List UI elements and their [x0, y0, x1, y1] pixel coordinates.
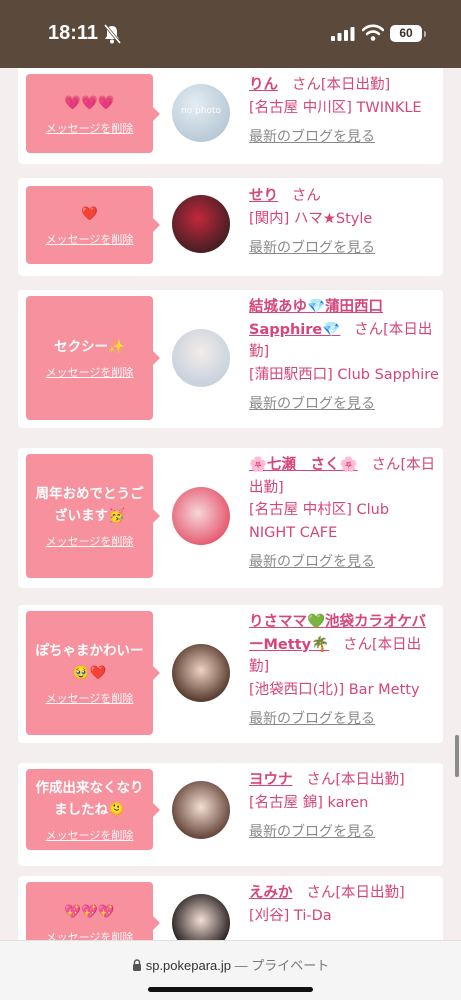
message-bubble: セクシー✨ メッセージを削除 — [26, 296, 160, 420]
bell-muted-icon — [103, 24, 121, 44]
message-text: ❤️ — [81, 206, 98, 222]
honorific: さん — [291, 77, 321, 93]
message-text: セクシー✨ — [54, 339, 125, 355]
avatar[interactable] — [172, 487, 230, 545]
scrollbar-thumb[interactable] — [455, 735, 459, 777]
cast-name-link[interactable]: えみか — [249, 885, 293, 901]
url-separator: — — [234, 958, 248, 973]
honorific: さん — [291, 188, 321, 204]
signal-icon — [331, 27, 355, 41]
latest-blog-link[interactable]: 最新のブログを見る — [249, 396, 375, 412]
cast-info: 🌸七瀬 さく🌸 さん[本日出勤] [名古屋 中村区] Club NIGHT CA… — [249, 454, 439, 574]
shop-info: [名古屋 中村区] Club NIGHT CAFE — [249, 502, 390, 541]
delete-message-link[interactable]: メッセージを削除 — [46, 533, 134, 549]
battery-indicator: 60 — [390, 25, 422, 42]
message-bubble: ぽちゃまかわいー🥹❤️ メッセージを削除 — [26, 611, 160, 735]
delete-message-link[interactable]: メッセージを削除 — [46, 120, 134, 136]
delete-message-link[interactable]: メッセージを削除 — [46, 690, 134, 706]
cast-info: りん さん[本日出勤] [名古屋 中川区] TWINKLE 最新のブログを見る — [249, 74, 439, 149]
shop-info: [名古屋 中川区] TWINKLE — [249, 99, 422, 116]
shop-info: [池袋西口(北)] Bar Metty — [249, 681, 420, 698]
latest-blog-link[interactable]: 最新のブログを見る — [249, 554, 375, 570]
cast-name-link[interactable]: りん — [249, 77, 278, 93]
latest-blog-link[interactable]: 最新のブログを見る — [249, 129, 375, 145]
cast-info: せり さん [関内] ハマ★Style 最新のブログを見る — [249, 185, 439, 260]
url-display[interactable]: sp.pokepara.jp — プライベート — [0, 955, 461, 974]
shop-info: [刈谷] Ti-Da — [249, 907, 332, 924]
cast-info: えみか さん[本日出勤] [刈谷] Ti-Da — [249, 882, 439, 927]
message-bubble: 作成出来なくなりましたね🫠 メッセージを削除 — [26, 769, 160, 850]
delete-message-link[interactable]: メッセージを削除 — [46, 364, 134, 380]
message-bubble: ❤️ メッセージを削除 — [26, 186, 160, 264]
message-text: 周年おめでとうございます🥳 — [35, 486, 144, 524]
message-list[interactable]: 💗💗💗 メッセージを削除 no photo りん さん[本日出勤] [名古屋 中… — [0, 68, 461, 1000]
cast-name-link[interactable]: 🌸七瀬 さく🌸 — [249, 457, 358, 473]
cast-name-link[interactable]: ヨウナ — [249, 772, 293, 788]
message-card: 作成出来なくなりましたね🫠 メッセージを削除 ヨウナ さん[本日出勤] [名古屋… — [18, 763, 443, 866]
browser-url-bar[interactable]: sp.pokepara.jp — プライベート — [0, 940, 461, 1000]
shop-info: [名古屋 錦] karen — [249, 794, 369, 811]
delete-message-link[interactable]: メッセージを削除 — [46, 827, 134, 843]
message-bubble: 💗💗💗 メッセージを削除 — [26, 74, 160, 153]
latest-blog-link[interactable]: 最新のブログを見る — [249, 711, 375, 727]
message-card: 💗💗💗 メッセージを削除 no photo りん さん[本日出勤] [名古屋 中… — [18, 68, 443, 164]
shop-info: [蒲田駅西口] Club Sapphire — [249, 366, 439, 383]
message-text: 💗💗💗 — [64, 94, 115, 111]
url-domain: sp.pokepara.jp — [145, 958, 231, 973]
battery-cap — [424, 31, 426, 37]
latest-blog-link[interactable]: 最新のブログを見る — [249, 824, 375, 840]
attendance-status: [本日出勤] — [335, 885, 405, 901]
delete-message-link[interactable]: メッセージを削除 — [46, 231, 134, 247]
avatar[interactable] — [172, 781, 230, 839]
cast-info: 結城あゆ💎蒲田西口Sapphire💎 さん[本日出勤] [蒲田駅西口] Club… — [249, 296, 439, 416]
cast-info: りさママ💚池袋カラオケバーMetty🌴 さん[本日出勤] [池袋西口(北)] B… — [249, 611, 439, 731]
honorific: さん — [371, 457, 401, 473]
wifi-icon — [362, 24, 384, 41]
latest-blog-link[interactable]: 最新のブログを見る — [249, 240, 375, 256]
private-mode-label: プライベート — [251, 958, 330, 973]
honorific: さん — [306, 772, 336, 788]
message-text: ぽちゃまかわいー🥹❤️ — [35, 643, 144, 681]
home-indicator[interactable] — [148, 987, 313, 992]
message-bubble: 周年おめでとうございます🥳 メッセージを削除 — [26, 454, 160, 578]
message-text: 💖💖💖 — [64, 903, 115, 920]
honorific: さん — [342, 636, 372, 653]
message-text: 作成出来なくなりましたね🫠 — [35, 779, 144, 818]
message-card: ぽちゃまかわいー🥹❤️ メッセージを削除 りさママ💚池袋カラオケバーMetty🌴… — [18, 605, 443, 743]
status-bar: 18:11 60 — [0, 0, 461, 68]
avatar[interactable] — [172, 195, 230, 253]
avatar[interactable]: no photo — [172, 84, 230, 142]
avatar-placeholder-text: no photo — [180, 106, 222, 116]
avatar[interactable] — [172, 329, 230, 387]
status-time: 18:11 — [48, 22, 99, 44]
honorific: さん — [354, 321, 384, 338]
shop-info: [関内] ハマ★Style — [249, 210, 373, 227]
message-card: 周年おめでとうございます🥳 メッセージを削除 🌸七瀬 さく🌸 さん[本日出勤] … — [18, 448, 443, 588]
cast-name-link[interactable]: せり — [249, 188, 278, 204]
cast-info: ヨウナ さん[本日出勤] [名古屋 錦] karen 最新のブログを見る — [249, 769, 439, 844]
message-card: セクシー✨ メッセージを削除 結城あゆ💎蒲田西口Sapphire💎 さん[本日出… — [18, 290, 443, 428]
attendance-status: [本日出勤] — [335, 772, 405, 788]
attendance-status: [本日出勤] — [320, 77, 391, 93]
honorific: さん — [306, 885, 336, 901]
avatar[interactable] — [172, 644, 230, 702]
lock-icon — [132, 959, 141, 971]
message-card: ❤️ メッセージを削除 せり さん [関内] ハマ★Style 最新のブログを見… — [18, 178, 443, 276]
